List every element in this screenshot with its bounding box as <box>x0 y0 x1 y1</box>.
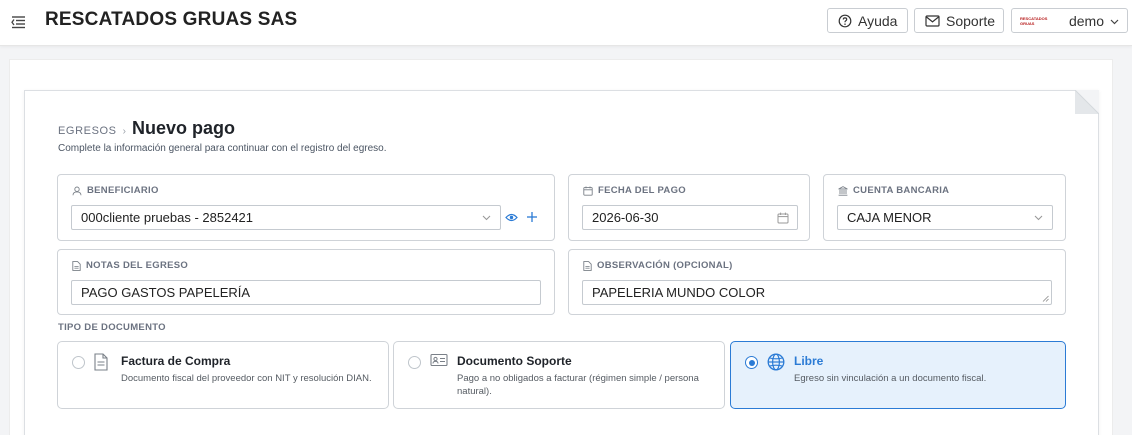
cuenta-field: CUENTA BANCARIA CAJA MENOR <box>823 174 1066 241</box>
user-menu-button[interactable]: RESCATADOS GRUAS demo <box>1011 8 1128 33</box>
observacion-textarea[interactable]: PAPELERIA MUNDO COLOR <box>582 280 1052 305</box>
fecha-value: 2026-06-30 <box>592 210 659 225</box>
option-documento-soporte[interactable]: Documento Soporte Pago a no obligados a … <box>393 341 725 409</box>
beneficiario-select[interactable]: 000cliente pruebas - 2852421 <box>71 205 501 230</box>
company-logo: RESCATADOS GRUAS <box>1020 15 1048 26</box>
breadcrumb-parent[interactable]: EGRESOS <box>58 125 117 137</box>
chevron-down-icon <box>1034 215 1043 221</box>
support-label: Soporte <box>946 12 996 29</box>
notas-field: NOTAS DEL EGRESO PAGO GASTOS PAPELERÍA <box>57 249 555 315</box>
option-description: Documento fiscal del proveedor con NIT y… <box>121 373 372 384</box>
document-type-label: TIPO DE DOCUMENTO <box>58 322 166 333</box>
company-name: RESCATADOS GRUAS SAS <box>45 9 298 30</box>
chevron-down-icon <box>1110 19 1119 24</box>
beneficiario-field: BENEFICIARIO 000cliente pruebas - 285242… <box>57 174 555 241</box>
support-button[interactable]: Soporte <box>914 8 1004 33</box>
notas-input[interactable]: PAGO GASTOS PAPELERÍA <box>71 280 541 305</box>
help-label: Ayuda <box>858 12 898 29</box>
cuenta-value: CAJA MENOR <box>847 210 932 225</box>
page-title: Nuevo pago <box>131 118 235 138</box>
observacion-label: OBSERVACIÓN (OPCIONAL) <box>597 260 733 271</box>
chevron-down-icon <box>482 215 491 221</box>
option-title: Libre <box>794 354 824 368</box>
menu-toggle-icon[interactable] <box>9 13 27 31</box>
beneficiario-label: BENEFICIARIO <box>87 185 159 196</box>
document-icon <box>94 353 108 371</box>
radio-factura-compra[interactable] <box>72 356 85 369</box>
fecha-field: FECHA DEL PAGO 2026-06-30 <box>568 174 810 241</box>
view-eye-icon[interactable] <box>505 212 518 223</box>
fecha-label: FECHA DEL PAGO <box>598 185 686 196</box>
help-button[interactable]: Ayuda <box>827 8 908 33</box>
fecha-input[interactable]: 2026-06-30 <box>582 205 798 230</box>
radio-documento-soporte[interactable] <box>408 356 421 369</box>
add-icon[interactable] <box>526 211 538 223</box>
breadcrumb-separator: › <box>122 126 126 137</box>
user-name: demo <box>1068 12 1104 29</box>
file-icon <box>583 260 592 271</box>
notas-label: NOTAS DEL EGRESO <box>86 260 189 271</box>
option-title: Factura de Compra <box>121 354 231 368</box>
beneficiario-value: 000cliente pruebas - 2852421 <box>81 210 254 225</box>
notas-value: PAGO GASTOS PAPELERÍA <box>81 285 251 300</box>
breadcrumb: EGRESOS › Nuevo pago <box>58 118 235 139</box>
id-card-icon <box>430 353 448 367</box>
user-icon <box>72 186 82 195</box>
top-bar: RESCATADOS GRUAS SAS Ayuda Soporte RESCA… <box>0 0 1132 46</box>
help-icon <box>838 14 852 27</box>
cuenta-label: CUENTA BANCARIA <box>853 185 950 196</box>
globe-icon <box>767 353 785 371</box>
calendar-picker-icon[interactable] <box>777 212 789 224</box>
radio-libre[interactable] <box>745 356 758 369</box>
page-fold-corner <box>1075 90 1099 114</box>
observacion-value: PAPELERIA MUNDO COLOR <box>592 285 766 300</box>
resize-handle-icon[interactable] <box>1042 295 1049 302</box>
mail-icon <box>925 14 940 27</box>
bank-icon <box>838 185 848 196</box>
file-icon <box>72 260 81 271</box>
option-libre[interactable]: Libre Egreso sin vinculación a un docume… <box>730 341 1066 409</box>
option-description: Egreso sin vinculación a un documento fi… <box>794 373 987 384</box>
calendar-icon <box>583 186 593 196</box>
page-subtitle: Complete la información general para con… <box>58 143 387 154</box>
cuenta-select[interactable]: CAJA MENOR <box>837 205 1053 230</box>
observacion-field: OBSERVACIÓN (OPCIONAL) PAPELERIA MUNDO C… <box>568 249 1066 315</box>
option-description: Pago a no obligados a facturar (régimen … <box>457 373 699 397</box>
option-title: Documento Soporte <box>457 354 572 368</box>
option-factura-compra[interactable]: Factura de Compra Documento fiscal del p… <box>57 341 389 409</box>
